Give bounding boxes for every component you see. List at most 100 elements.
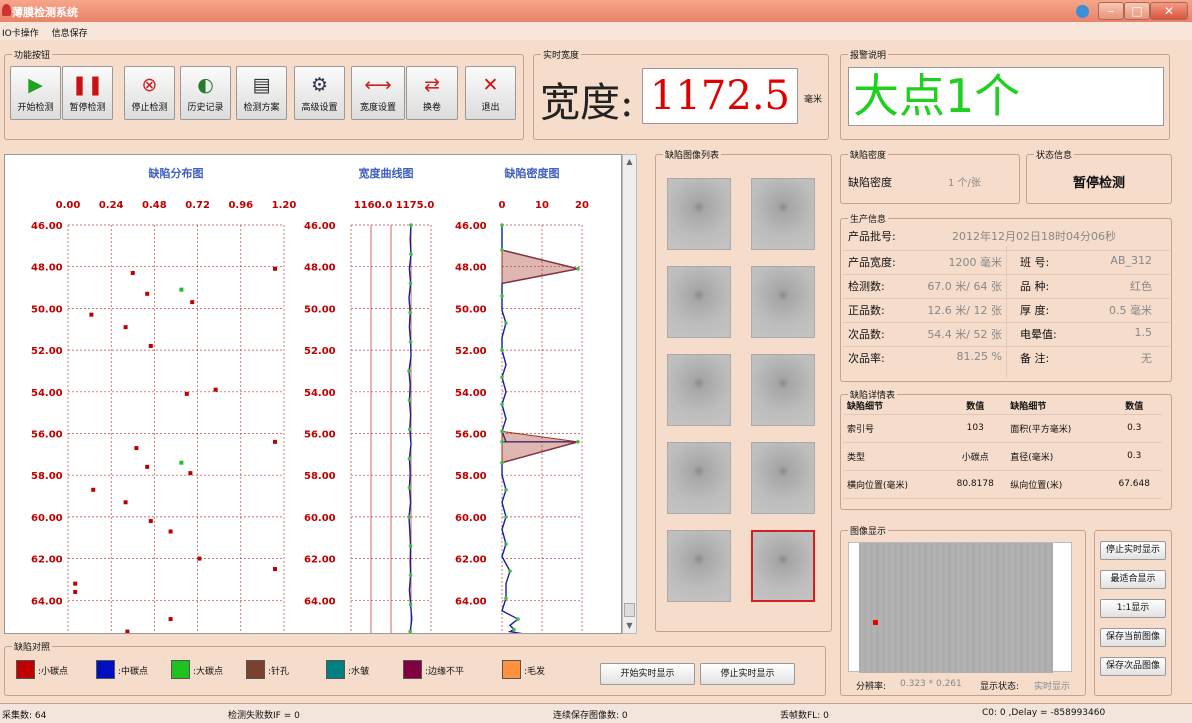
scroll-down-arrow-icon[interactable]: ▼ — [623, 619, 636, 633]
defect-point — [123, 500, 128, 505]
resolution-value: 0.323 * 0.261 — [900, 679, 962, 689]
toolbar-button-history[interactable]: ◐ 历史记录 — [180, 66, 231, 120]
stop-realtime-button[interactable]: 停止实时显示 — [700, 663, 795, 685]
toolbar-button-label: 高级设置 — [301, 103, 338, 113]
defect-thumbnail[interactable] — [667, 178, 731, 250]
defect-thumbnail[interactable] — [667, 442, 731, 514]
y-tick-label: 50.00 — [455, 304, 487, 315]
toolbar-button-pause[interactable]: ❚❚ 暂停检测 — [62, 66, 113, 120]
title-bar: 薄膜检测系统 — [0, 0, 1192, 22]
y-tick-label: 46.00 — [304, 221, 336, 232]
toolbar-button-play[interactable]: ▶ 开始检测 — [10, 66, 61, 120]
legend-swatch — [502, 660, 521, 679]
menu-io-card[interactable]: IO卡操作 — [2, 29, 39, 39]
x-tick-label: 0.48 — [142, 200, 167, 211]
density-value: 1 个/张 — [948, 178, 981, 189]
production-field-label: 检测数: — [848, 280, 885, 293]
resolution-label: 分辨率: — [856, 682, 887, 692]
production-field-value-2: 无 — [1141, 352, 1152, 365]
x-tick-label: 0.00 — [56, 200, 81, 211]
defect-thumbnail[interactable] — [751, 266, 815, 338]
y-tick-label: 60.00 — [304, 513, 336, 524]
width-curve-point — [408, 544, 413, 548]
width-curve-point — [408, 339, 413, 344]
production-field-value: 12.6 米/ 12 张 — [927, 304, 1002, 317]
detail-cell: 0.3 — [1106, 414, 1162, 443]
width-curve-point — [409, 223, 413, 227]
legend-swatch — [403, 660, 422, 679]
detail-header-cell: 数值 — [1106, 398, 1162, 415]
start-realtime-button[interactable]: 开始实时显示 — [600, 663, 695, 685]
y-tick-label: 56.00 — [304, 430, 336, 441]
y-tick-label: 62.00 — [455, 555, 487, 566]
toolbar-button-ruler[interactable]: ⟷ 宽度设置 — [351, 66, 405, 120]
production-field-label-2: 厚 度: — [1020, 304, 1050, 317]
y-tick-label: 48.00 — [455, 263, 487, 274]
density-curve-point — [500, 402, 504, 407]
defect-point — [273, 439, 277, 444]
image-button-3[interactable]: 保存当前图像 — [1100, 628, 1166, 647]
density-label: 缺陷密度 — [848, 176, 892, 189]
defect-thumbnail[interactable] — [751, 530, 815, 602]
chart-title: 缺陷密度图 — [504, 166, 560, 180]
toolbar-button-label: 宽度设置 — [359, 103, 396, 113]
y-tick-label: 52.00 — [304, 346, 336, 357]
legend-swatch — [326, 660, 345, 679]
x-tick-label: 1160.0 — [354, 200, 393, 211]
image-button-0[interactable]: 停止实时显示 — [1100, 541, 1166, 560]
defect-point — [197, 556, 202, 561]
defect-thumbnail[interactable] — [667, 354, 731, 426]
defect-thumbnail[interactable] — [751, 442, 815, 514]
group-label: 实时宽度 — [541, 48, 582, 61]
display-state-value: 实时显示 — [1034, 682, 1071, 692]
maximize-button[interactable]: □ — [1124, 2, 1150, 20]
y-tick-label: 64.00 — [455, 596, 487, 607]
play-icon: ▶ — [28, 74, 43, 96]
image-button-1[interactable]: 最适合显示 — [1100, 570, 1166, 589]
toolbar-button-stop-circle[interactable]: ⊗ 停止检测 — [124, 66, 175, 120]
production-field-label: 次品率: — [848, 352, 885, 365]
defect-thumbnail[interactable] — [667, 530, 731, 602]
defect-thumbnail[interactable] — [667, 266, 731, 338]
defect-point — [184, 391, 189, 396]
production-field-value: 1200 毫米 — [948, 256, 1003, 269]
scroll-thumb[interactable] — [624, 603, 635, 617]
toolbar-button-close[interactable]: ✕ 退出 — [465, 66, 516, 120]
y-tick-label: 58.00 — [31, 471, 63, 482]
chart-scrollbar[interactable]: ▲ ▼ — [622, 154, 637, 634]
defect-thumbnail[interactable] — [751, 354, 815, 426]
y-tick-label: 54.00 — [304, 388, 336, 399]
defect-point — [145, 291, 150, 296]
detail-cell: 索引号 — [844, 414, 944, 443]
density-curve-point — [504, 596, 508, 601]
defect-thumbnail[interactable] — [751, 178, 815, 250]
legend-swatch — [96, 660, 115, 679]
toolbar-button-document[interactable]: ▤ 检测方案 — [236, 66, 287, 120]
production-field-value-2: 0.5 毫米 — [1109, 304, 1152, 317]
defect-point — [273, 567, 277, 572]
legend-label: :水皱 — [348, 667, 370, 677]
defect-point — [91, 487, 96, 492]
scroll-up-arrow-icon[interactable]: ▲ — [623, 155, 636, 169]
ruler-icon: ⟷ — [364, 74, 392, 96]
toolbar-button-swap[interactable]: ⇄ 换卷 — [406, 66, 458, 120]
x-tick-label: 0.24 — [99, 200, 124, 211]
defect-point — [73, 589, 78, 594]
defect-point — [168, 529, 173, 534]
alarm-text: 大点1个 — [848, 67, 1164, 126]
width-curve-point — [407, 515, 411, 519]
app-title: 薄膜检测系统 — [12, 6, 78, 19]
minimize-button[interactable]: – — [1098, 2, 1124, 20]
group-label: 报警说明 — [848, 48, 889, 61]
group-label: 状态信息 — [1034, 148, 1075, 161]
toolbar-button-label: 开始检测 — [17, 103, 54, 113]
menu-bar: IO卡操作 信息保存 — [0, 22, 1192, 40]
menu-info-save[interactable]: 信息保存 — [52, 29, 88, 39]
width-curve-point — [408, 629, 412, 633]
toolbar-button-settings[interactable]: ⚙ 高级设置 — [294, 66, 345, 120]
close-window-button[interactable]: ✕ — [1150, 2, 1188, 20]
image-button-2[interactable]: 1:1显示 — [1100, 599, 1166, 618]
document-icon: ▤ — [252, 74, 271, 96]
image-button-4[interactable]: 保存次品图像 — [1100, 657, 1166, 676]
density-curve-point — [500, 429, 504, 434]
